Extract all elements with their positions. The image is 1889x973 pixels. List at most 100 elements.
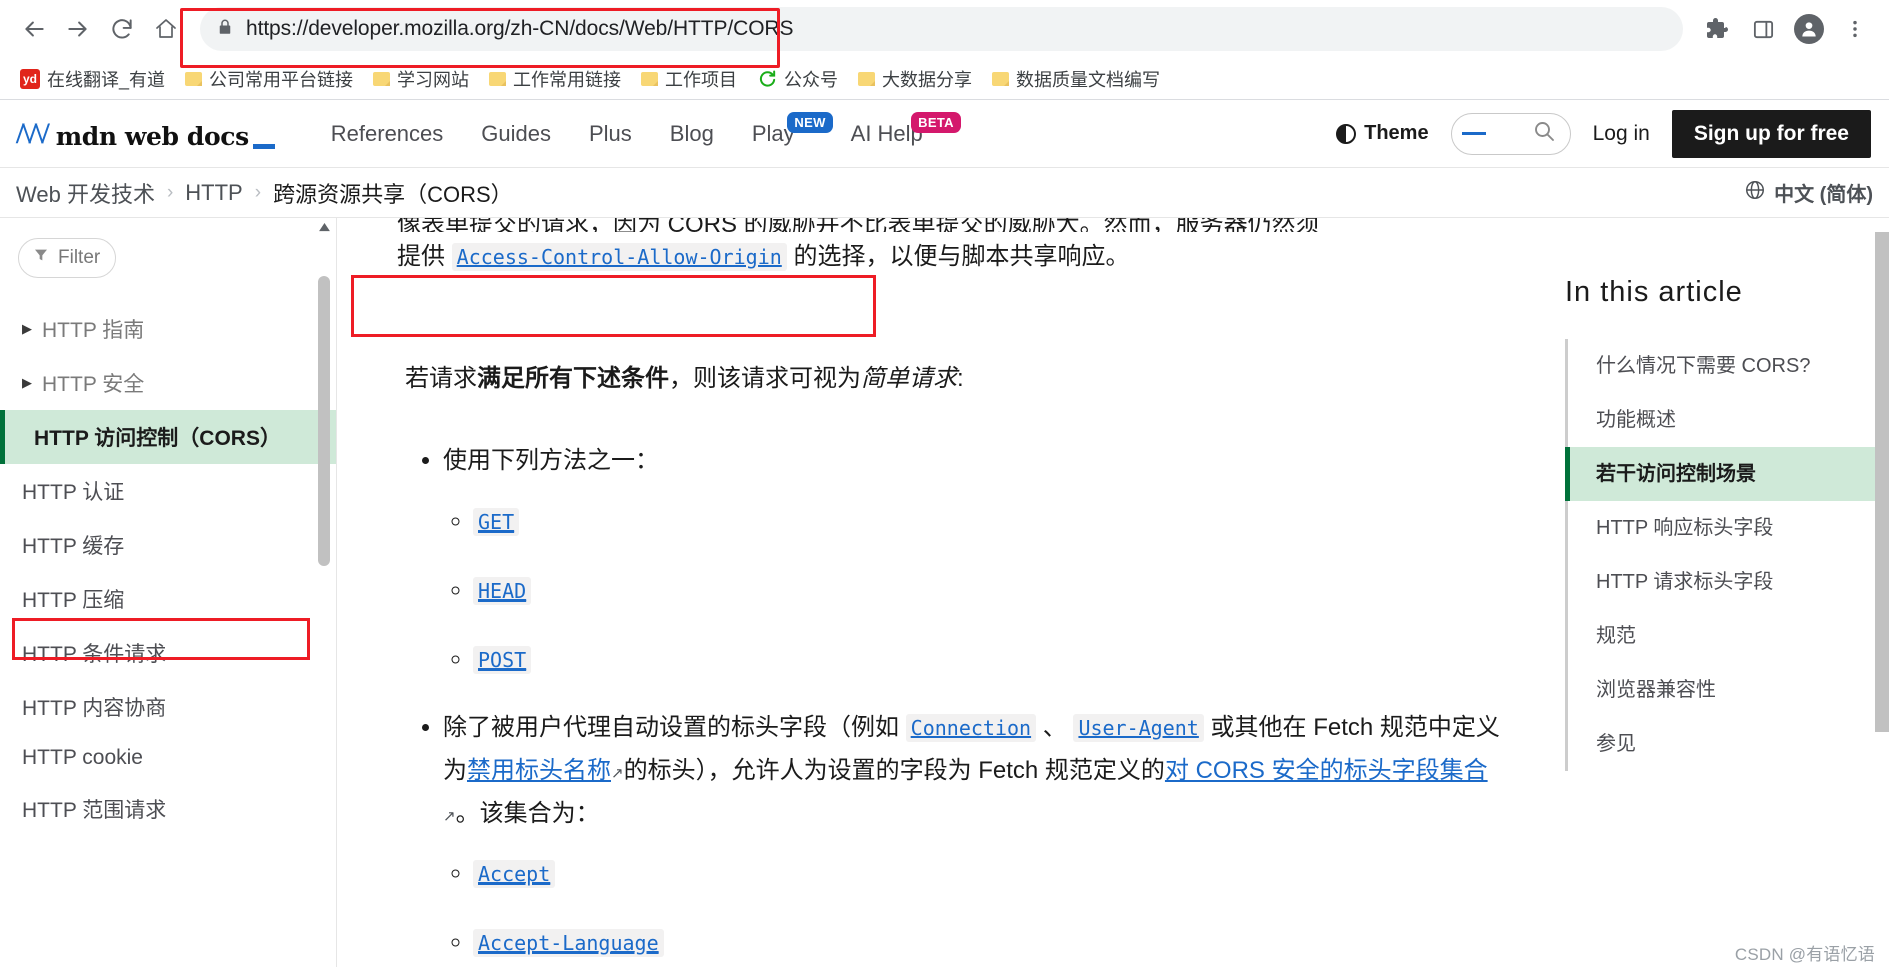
sidebar-item-http-guide[interactable]: ▶ HTTP 指南 — [0, 302, 336, 356]
mdn-logo[interactable]: /\/\/ mdn web docs — [16, 117, 275, 151]
bookmark-item[interactable]: 学习网站 — [365, 62, 481, 96]
sidebar-item-http-cookie[interactable]: HTTP cookie — [0, 734, 336, 782]
watermark: CSDN @有语忆语 — [1734, 945, 1875, 964]
nav-plus[interactable]: Plus — [589, 121, 632, 147]
toc-item-when-cors[interactable]: 什么情况下需要 CORS? — [1568, 339, 1889, 393]
scrollbar-thumb[interactable] — [1875, 232, 1889, 732]
sidebar-item-http-auth[interactable]: HTTP 认证 — [0, 464, 336, 518]
sidebar-item-cors[interactable]: HTTP 访问控制（CORS） — [0, 410, 336, 464]
address-bar[interactable]: https://developer.mozilla.org/zh-CN/docs… — [200, 7, 1683, 51]
method-head-link[interactable]: HEAD — [473, 576, 532, 605]
breadcrumb-item-http[interactable]: HTTP — [185, 180, 242, 206]
sidebar-item-http-conditional[interactable]: HTTP 条件请求 — [0, 626, 336, 680]
signup-button[interactable]: Sign up for free — [1671, 109, 1871, 158]
bookmark-label: 数据质量文档编写 — [1016, 69, 1161, 90]
sidebar-item-http-security[interactable]: ▶ HTTP 安全 — [0, 356, 336, 410]
code-access-control-allow-origin[interactable]: Access-Control-Allow-Origin — [451, 243, 787, 271]
page-body: Filter ▶ HTTP 指南 ▶ HTTP 安全 HTTP 访问控制（COR… — [0, 218, 1889, 967]
nav-play[interactable]: Play NEW — [752, 111, 833, 147]
sidebar-item-label: HTTP 缓存 — [22, 535, 125, 558]
sidebar-item-label: HTTP 访问控制（CORS） — [34, 427, 281, 450]
code-connection[interactable]: Connection — [905, 714, 1037, 743]
nav-guides[interactable]: Guides — [481, 121, 551, 147]
list-item: Accept-Language — [473, 922, 1511, 965]
extensions-icon[interactable] — [1697, 9, 1737, 49]
url-text: https://developer.mozilla.org/zh-CN/docs… — [246, 17, 794, 40]
sidebar-list: ▶ HTTP 指南 ▶ HTTP 安全 HTTP 访问控制（CORS） HTTP… — [0, 302, 336, 836]
filter-icon — [33, 247, 49, 269]
page-scrollbar[interactable] — [1875, 218, 1889, 967]
theme-toggle[interactable]: Theme — [1336, 122, 1429, 145]
header-actions: Theme Log in Sign up for free — [1336, 109, 1871, 158]
list-item: HEAD — [473, 570, 1511, 613]
forward-button[interactable] — [58, 9, 98, 49]
headers-text-part4: 。该集合为： — [455, 799, 600, 827]
avatar — [1794, 14, 1824, 44]
text-cursor — [1461, 132, 1486, 135]
sidebar-item-http-negotiation[interactable]: HTTP 内容协商 — [0, 680, 336, 734]
article-content: 像表单提交的请求，因为 CORS 的威胁并不比表单提交的威胁大。然而，服务器仍然… — [337, 218, 1551, 967]
theme-icon — [1336, 123, 1357, 144]
reload-button[interactable] — [102, 9, 142, 49]
profile-avatar[interactable] — [1789, 9, 1829, 49]
sidebar-item-http-compression[interactable]: HTTP 压缩 — [0, 572, 336, 626]
bookmark-item[interactable]: 公众号 — [749, 62, 850, 96]
methods-list: GET HEAD POST — [443, 501, 1511, 681]
stmt-italic: 简单请求 — [861, 365, 957, 392]
stmt-lead: 若请求 — [405, 365, 477, 392]
in-this-article-panel: In this article 什么情况下需要 CORS? 功能概述 若干访问控… — [1551, 218, 1889, 967]
language-switcher[interactable]: 中文 (简体) — [1744, 178, 1873, 207]
nav-ai-help[interactable]: AI Help BETA — [851, 111, 961, 147]
headers-sep: 、 — [1036, 714, 1074, 742]
headers-text-part1: 除了被用户代理自动设置的标头字段（例如 — [443, 714, 906, 742]
scrollbar-thumb[interactable] — [318, 276, 330, 566]
folder-icon — [641, 71, 659, 86]
breadcrumb-separator: › — [254, 181, 262, 203]
filter-input[interactable]: Filter — [18, 238, 116, 278]
sidebar-item-label: HTTP 条件请求 — [22, 643, 167, 666]
sidebar-item-label: HTTP cookie — [22, 746, 143, 769]
bookmark-item[interactable]: 公司常用平台链接 — [177, 62, 365, 96]
breadcrumb-item-web[interactable]: Web 开发技术 — [16, 177, 155, 209]
header-accept-link[interactable]: Accept — [473, 860, 556, 889]
list-item: POST — [473, 639, 1511, 682]
scroll-up-arrow-icon[interactable] — [318, 218, 330, 236]
bookmark-item[interactable]: 工作项目 — [633, 62, 749, 96]
bookmark-label: 大数据分享 — [882, 69, 973, 90]
forbidden-header-name-link[interactable]: 禁用标头名称 — [467, 757, 611, 784]
side-panel-icon[interactable] — [1743, 9, 1783, 49]
simple-request-statement: 若请求满足所有下述条件，则该请求可视为简单请求: — [405, 360, 1511, 398]
back-button[interactable] — [14, 9, 54, 49]
toc-item-overview[interactable]: 功能概述 — [1568, 393, 1889, 447]
home-button[interactable] — [146, 9, 186, 49]
badge-new: NEW — [787, 111, 833, 133]
toc-item-spec[interactable]: 规范 — [1568, 609, 1889, 663]
site-header: /\/\/ mdn web docs References Guides Plu… — [0, 100, 1889, 168]
search-input[interactable] — [1450, 112, 1571, 155]
bookmark-item[interactable]: 大数据分享 — [850, 62, 984, 96]
sidebar-scrollbar[interactable] — [318, 218, 330, 967]
sidebar-item-http-cache[interactable]: HTTP 缓存 — [0, 518, 336, 572]
toc-item-response-headers[interactable]: HTTP 响应标头字段 — [1568, 501, 1889, 555]
sidebar-item-label: HTTP 压缩 — [22, 589, 125, 612]
breadcrumb: Web 开发技术 › HTTP › 跨源资源共享（CORS） — [16, 177, 513, 209]
toc-item-request-headers[interactable]: HTTP 请求标头字段 — [1568, 555, 1889, 609]
bookmark-item[interactable]: yd 在线翻译_有道 — [12, 62, 177, 96]
toc-item-compatibility[interactable]: 浏览器兼容性 — [1568, 663, 1889, 717]
method-get-link[interactable]: GET — [473, 508, 520, 537]
code-user-agent[interactable]: User-Agent — [1073, 714, 1204, 743]
nav-references[interactable]: References — [331, 121, 444, 147]
toc-item-see-also[interactable]: 参见 — [1568, 717, 1889, 771]
bookmark-item[interactable]: 数据质量文档编写 — [984, 62, 1172, 96]
bookmark-item[interactable]: 工作常用链接 — [481, 62, 633, 96]
sidebar-item-label: HTTP 指南 — [42, 319, 145, 342]
nav-blog[interactable]: Blog — [670, 121, 714, 147]
sidebar-item-http-range[interactable]: HTTP 范围请求 — [0, 782, 336, 836]
header-accept-language-link[interactable]: Accept-Language — [473, 929, 664, 958]
cors-safelisted-header-link[interactable]: 对 CORS 安全的标头字段集合 — [1165, 757, 1488, 784]
bookmark-label: 公司常用平台链接 — [209, 69, 354, 90]
browser-menu-icon[interactable] — [1835, 9, 1875, 49]
login-button[interactable]: Log in — [1593, 122, 1650, 146]
method-post-link[interactable]: POST — [473, 645, 532, 674]
toc-item-scenarios[interactable]: 若干访问控制场景 — [1565, 447, 1889, 501]
